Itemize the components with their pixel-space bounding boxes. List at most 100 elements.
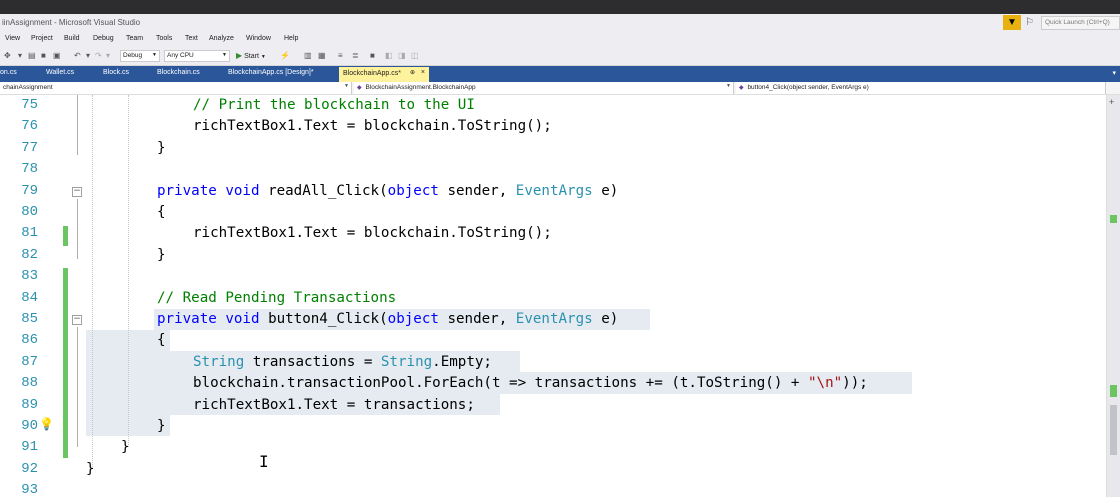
class-icon: ◆: [357, 85, 362, 91]
bookmark-icon[interactable]: ■: [370, 51, 375, 60]
line-number: 75: [21, 97, 38, 113]
menu-project[interactable]: Project: [31, 35, 53, 42]
chevron-down-icon: ▼: [726, 83, 731, 89]
code-line: 83: [0, 266, 1106, 287]
type-name: BlockchainAssignment.BlockchainApp: [365, 84, 476, 91]
clear-bookmarks-icon[interactable]: ◫: [411, 51, 419, 60]
project-dropdown[interactable]: chainAssignment ▼: [0, 82, 352, 94]
menu-text[interactable]: Text: [185, 35, 198, 42]
tab-list-dropdown-icon[interactable]: ▾: [1112, 69, 1116, 77]
member-dropdown[interactable]: ◆ button4_Click(object sender, EventArgs…: [736, 82, 1106, 94]
platform-dropdown[interactable]: Any CPU ▼: [164, 50, 230, 62]
tab-wallet[interactable]: Wallet.cs: [46, 69, 74, 76]
next-bookmark-icon[interactable]: ◨: [398, 51, 406, 60]
tab-blockchainapp-design[interactable]: BlockchainApp.cs [Design]*: [228, 69, 314, 76]
menu-window[interactable]: Window: [246, 35, 271, 42]
line-number: 86: [21, 332, 38, 349]
menu-bar: View Project Build Debug Team Tools Text…: [0, 34, 1120, 46]
split-window-icon[interactable]: +: [1109, 97, 1114, 107]
code-comment: // Print the blockchain to the UI: [193, 97, 475, 113]
config-value: Debug: [123, 52, 143, 59]
menu-tools[interactable]: Tools: [156, 35, 172, 42]
line-number: 77: [21, 139, 38, 156]
line-number: 93: [21, 482, 38, 497]
vertical-scrollbar[interactable]: +: [1106, 95, 1120, 497]
pin-icon[interactable]: ⊕: [410, 69, 415, 76]
code-line: 78: [0, 159, 1106, 180]
save-icon[interactable]: ■: [41, 51, 46, 60]
properties-icon[interactable]: ▦: [318, 51, 326, 60]
start-button[interactable]: ▶ Start ▼: [236, 51, 266, 60]
line-number: 87: [21, 353, 38, 370]
dropdown-arrow-icon[interactable]: ▾: [18, 51, 22, 60]
platform-value: Any CPU: [167, 52, 194, 59]
save-all-icon[interactable]: ▣: [53, 51, 61, 60]
align-left-icon[interactable]: ≡: [338, 51, 343, 60]
tab-blockchain[interactable]: Blockchain.cs: [157, 69, 200, 76]
line-number: 81: [21, 225, 38, 242]
line-number: 90: [21, 418, 38, 434]
code-line: 88 blockchain.transactionPool.ForEach(t …: [0, 373, 1106, 394]
chevron-down-icon: ▼: [152, 52, 157, 58]
line-number: 85: [21, 311, 38, 327]
code-editor[interactable]: − − 💡 75 // Print the blockchain to the …: [0, 95, 1106, 497]
navigation-bar: chainAssignment ▼ ◆ BlockchainAssignment…: [0, 82, 1120, 95]
code-line: 77 }: [0, 138, 1106, 159]
line-number: 82: [21, 246, 38, 263]
code-statement: blockchain.transactionPool.ForEach(t => …: [193, 375, 868, 392]
code-method-signature: private void readAll_Click(object sender…: [157, 182, 619, 199]
type-dropdown[interactable]: ◆ BlockchainAssignment.BlockchainApp ▼: [354, 82, 734, 94]
line-number: 79: [21, 182, 38, 199]
undo-dropdown-icon[interactable]: ▾: [86, 51, 90, 60]
tab-document[interactable]: on.cs: [0, 69, 17, 76]
toolbox-icon[interactable]: ▥: [304, 51, 312, 60]
code-brace: {: [157, 204, 166, 220]
code-line: 80 {: [0, 202, 1106, 223]
filter-icon[interactable]: ▼: [1003, 15, 1021, 30]
active-tab-label: BlockchainApp.cs*: [343, 70, 401, 77]
scroll-thumb[interactable]: [1110, 405, 1117, 455]
redo-dropdown-icon[interactable]: ▾: [106, 51, 110, 60]
menu-help[interactable]: Help: [284, 35, 298, 42]
code-line: 86 {: [0, 330, 1106, 351]
undo-icon[interactable]: ↶: [74, 51, 81, 60]
line-number: 84: [21, 289, 38, 306]
line-number: 91: [21, 439, 38, 456]
menu-analyze[interactable]: Analyze: [209, 35, 234, 42]
tab-block[interactable]: Block.cs: [103, 69, 129, 76]
new-project-icon[interactable]: ✥: [4, 51, 11, 60]
code-line: 81 richTextBox1.Text = blockchain.ToStri…: [0, 223, 1106, 244]
config-dropdown[interactable]: Debug ▼: [120, 50, 160, 62]
code-statement: richTextBox1.Text = blockchain.ToString(…: [193, 118, 552, 135]
code-line: 75 // Print the blockchain to the UI: [0, 95, 1106, 116]
menu-team[interactable]: Team: [126, 35, 143, 42]
scroll-change-marker: [1110, 215, 1117, 223]
tab-blockchainapp-active[interactable]: BlockchainApp.cs* ⊕ ×: [339, 67, 429, 82]
member-name: button4_Click(object sender, EventArgs e…: [747, 84, 869, 91]
quick-launch-input[interactable]: Quick Launch (Ctrl+Q): [1041, 16, 1120, 30]
menu-view[interactable]: View: [5, 35, 20, 42]
line-number: 88: [21, 375, 38, 392]
project-name: chainAssignment: [3, 84, 53, 91]
line-number: 80: [21, 204, 38, 220]
toolbar: ✥ ▾ ▤ ■ ▣ ↶ ▾ ↷ ▾ Debug ▼ Any CPU ▼ ▶ St…: [0, 46, 1120, 66]
code-line: 84 // Read Pending Transactions: [0, 288, 1106, 309]
code-line: 76 richTextBox1.Text = blockchain.ToStri…: [0, 116, 1106, 137]
line-number: 89: [21, 396, 38, 413]
code-brace: }: [121, 439, 130, 456]
open-file-icon[interactable]: ▤: [28, 51, 36, 60]
menu-debug[interactable]: Debug: [93, 35, 114, 42]
redo-icon[interactable]: ↷: [95, 51, 102, 60]
mouse-cursor-icon: I: [259, 452, 269, 471]
feedback-icon[interactable]: ⚐: [1025, 17, 1034, 28]
line-number: 83: [21, 268, 38, 285]
browser-link-icon[interactable]: ⚡: [280, 51, 290, 60]
close-icon[interactable]: ×: [421, 69, 425, 76]
menu-build[interactable]: Build: [64, 35, 80, 42]
prev-bookmark-icon[interactable]: ◧: [385, 51, 393, 60]
chevron-down-icon: ▼: [222, 52, 227, 58]
align-right-icon[interactable]: ≣: [352, 51, 359, 60]
code-statement: richTextBox1.Text = blockchain.ToString(…: [193, 225, 552, 242]
method-icon: ◆: [739, 85, 744, 91]
line-number: 92: [21, 460, 38, 477]
